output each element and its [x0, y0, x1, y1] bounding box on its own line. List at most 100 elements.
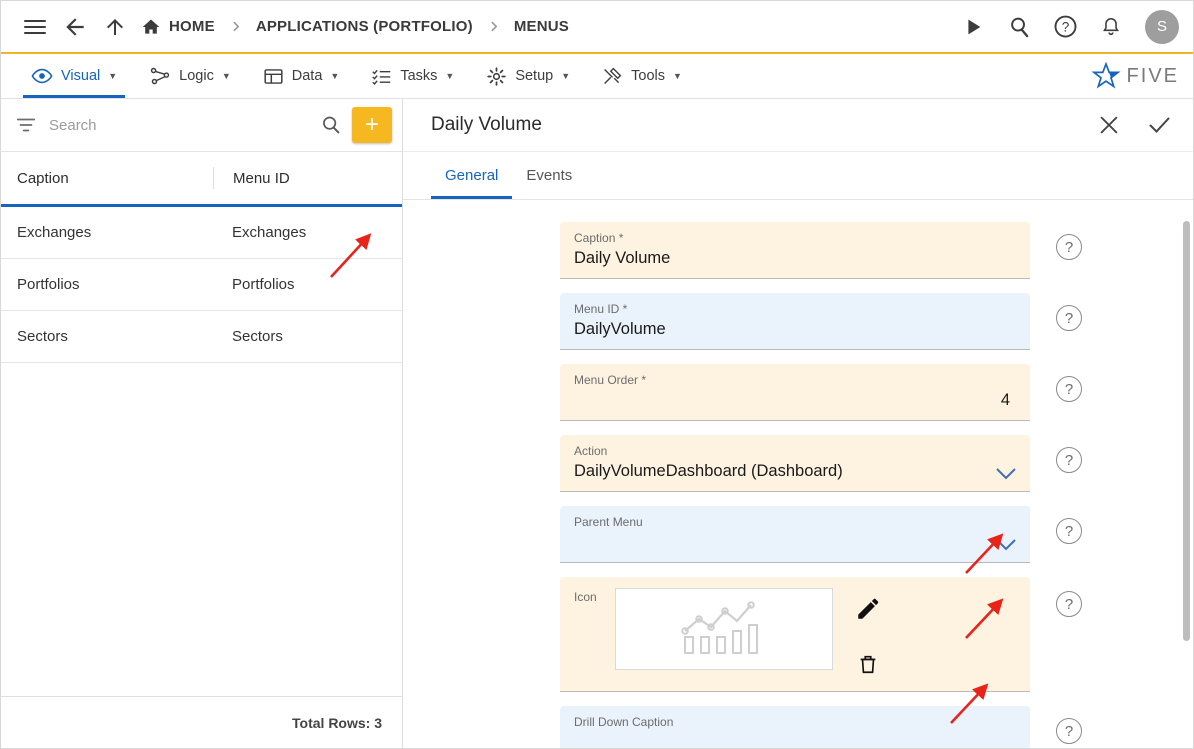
form-row-icon: Icon	[560, 577, 1133, 692]
icon-help-button[interactable]: ?	[1056, 591, 1082, 617]
save-button[interactable]	[1143, 109, 1175, 141]
up-button[interactable]	[95, 7, 135, 47]
action-label: Action	[574, 444, 1016, 458]
add-record-button[interactable]: +	[352, 107, 392, 143]
form-row-menu-order: Menu Order * 4 ?	[560, 364, 1133, 421]
column-header-caption[interactable]: Caption	[1, 170, 213, 187]
logic-icon	[149, 65, 171, 87]
tools-icon	[602, 66, 623, 87]
icon-field[interactable]: Icon	[560, 577, 1030, 692]
form-row-parent-menu: Parent Menu ?	[560, 506, 1133, 563]
caption-label: Caption *	[574, 231, 1016, 245]
action-field[interactable]: Action DailyVolumeDashboard (Dashboard)	[560, 435, 1030, 492]
main-body: + Caption Menu ID Exchanges Exchanges Po…	[1, 99, 1193, 748]
menu-id-field[interactable]: Menu ID * DailyVolume	[560, 293, 1030, 350]
parent-menu-dropdown-chevron-icon[interactable]	[996, 538, 1016, 555]
column-header-menu-id[interactable]: Menu ID	[213, 167, 402, 189]
search-icon[interactable]	[320, 114, 342, 136]
check-icon	[1147, 113, 1171, 137]
topbar-actions: ? S	[953, 7, 1179, 47]
search-input[interactable]	[47, 116, 310, 135]
icon-preview-box[interactable]	[615, 588, 833, 670]
menu-order-value: 4	[574, 391, 1016, 412]
table-row[interactable]: Sectors Sectors	[1, 311, 402, 363]
parent-menu-field[interactable]: Parent Menu	[560, 506, 1030, 563]
form-row-action: Action DailyVolumeDashboard (Dashboard) …	[560, 435, 1133, 492]
table-row[interactable]: Portfolios Portfolios	[1, 259, 402, 311]
cell-caption: Exchanges	[1, 224, 213, 241]
search-debug-button[interactable]	[999, 7, 1039, 47]
edit-icon-button[interactable]	[855, 596, 881, 627]
drill-down-caption-help-button[interactable]: ?	[1056, 718, 1082, 744]
avatar[interactable]: S	[1145, 10, 1179, 44]
cell-menu-id: Exchanges	[213, 224, 402, 241]
home-icon	[141, 17, 161, 37]
breadcrumb-item-home[interactable]: HOME	[141, 17, 215, 37]
menu-item-logic[interactable]: Logic ▼	[133, 54, 247, 98]
bell-icon	[1100, 16, 1122, 38]
module-menu-bar: Visual ▼ Logic ▼ Data ▼	[1, 54, 1193, 99]
add-button-label: +	[365, 111, 379, 139]
chevron-down-icon: ▼	[108, 71, 117, 81]
form-row-menu-id: Menu ID * DailyVolume ?	[560, 293, 1133, 350]
chevron-down-icon: ▼	[561, 71, 570, 81]
close-icon	[1098, 114, 1120, 136]
gear-icon	[486, 66, 507, 87]
eye-icon	[31, 65, 53, 87]
menu-item-data[interactable]: Data ▼	[247, 54, 356, 98]
chevron-down-icon: ▼	[330, 71, 339, 81]
run-button[interactable]	[953, 7, 993, 47]
total-rows-label: Total Rows: 3	[292, 715, 382, 731]
menu-id-help-button[interactable]: ?	[1056, 305, 1082, 331]
menu-label-setup: Setup	[515, 68, 553, 84]
drill-down-caption-field[interactable]: Drill Down Caption	[560, 706, 1030, 748]
icon-tool-buttons	[855, 596, 881, 680]
five-star-icon	[1091, 62, 1121, 90]
brand-logo: FIVE	[1091, 54, 1193, 98]
caption-field[interactable]: Caption * Daily Volume	[560, 222, 1030, 279]
back-button[interactable]	[55, 7, 95, 47]
action-dropdown-chevron-icon[interactable]	[996, 467, 1016, 484]
tab-label-general: General	[445, 167, 498, 184]
chevron-down-icon: ▼	[222, 71, 231, 81]
chevron-down-icon: ▼	[445, 71, 454, 81]
menu-item-visual[interactable]: Visual ▼	[15, 54, 133, 98]
list-header: Caption Menu ID	[1, 152, 402, 207]
menu-item-setup[interactable]: Setup ▼	[470, 54, 586, 98]
breadcrumb-separator-1	[229, 20, 242, 33]
tasks-icon	[371, 66, 392, 87]
drill-down-caption-label: Drill Down Caption	[574, 715, 1016, 729]
table-row[interactable]: Exchanges Exchanges	[1, 207, 402, 259]
menu-label-tools: Tools	[631, 68, 665, 84]
menu-order-field[interactable]: Menu Order * 4	[560, 364, 1030, 421]
menu-order-help-button[interactable]: ?	[1056, 376, 1082, 402]
menu-item-tools[interactable]: Tools ▼	[586, 54, 698, 98]
menu-item-tasks[interactable]: Tasks ▼	[355, 54, 470, 98]
tab-events[interactable]: Events	[512, 152, 586, 199]
help-button[interactable]: ?	[1045, 7, 1085, 47]
menu-label-tasks: Tasks	[400, 68, 437, 84]
vertical-scrollbar[interactable]	[1183, 221, 1190, 641]
menu-label-visual: Visual	[61, 68, 100, 84]
svg-text:?: ?	[1061, 20, 1069, 35]
parent-menu-help-button[interactable]: ?	[1056, 518, 1082, 544]
detail-header: Daily Volume	[403, 99, 1193, 152]
trash-icon	[857, 653, 879, 675]
cell-menu-id: Portfolios	[213, 276, 402, 293]
breadcrumb-item-menus[interactable]: MENUS	[514, 18, 569, 35]
action-help-button[interactable]: ?	[1056, 447, 1082, 473]
close-button[interactable]	[1093, 109, 1125, 141]
filter-icon[interactable]	[15, 114, 37, 136]
cell-menu-id: Sectors	[213, 328, 402, 345]
tab-general[interactable]: General	[431, 152, 512, 199]
breadcrumb-item-applications[interactable]: APPLICATIONS (PORTFOLIO)	[256, 18, 473, 35]
breadcrumb-separator-2	[487, 20, 500, 33]
detail-form: Caption * Daily Volume ? Menu ID * Daily…	[403, 200, 1193, 748]
notifications-button[interactable]	[1091, 7, 1131, 47]
parent-menu-value	[574, 533, 1016, 554]
drill-down-caption-value	[574, 733, 1016, 748]
caption-help-button[interactable]: ?	[1056, 234, 1082, 260]
brand-name: FIVE	[1127, 65, 1179, 88]
delete-icon-button[interactable]	[857, 653, 879, 680]
hamburger-menu-button[interactable]	[15, 7, 55, 47]
